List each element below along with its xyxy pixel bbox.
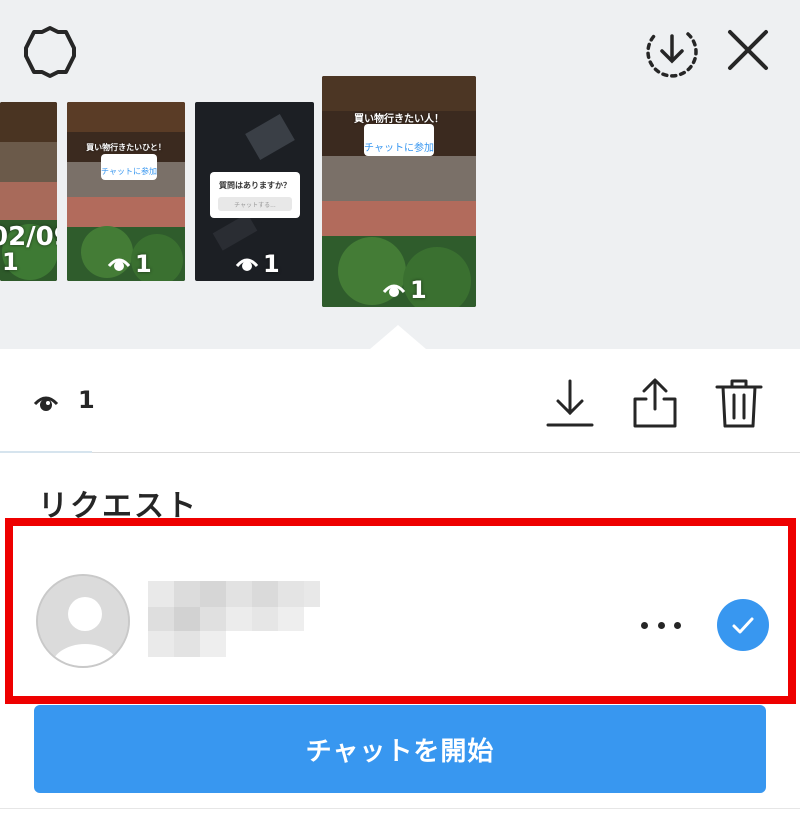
avatar[interactable] — [36, 574, 130, 668]
story-carousel-area: 02/09 1 買い物行きたいひと！ チャットに参加 1 — [0, 0, 800, 349]
eye-icon — [33, 396, 59, 411]
viewer-count: 1 — [78, 386, 95, 414]
gear-icon[interactable] — [22, 24, 78, 80]
story-toolbar: 1 — [0, 349, 800, 453]
sticker-title: 買い物行きたいひと！ — [86, 143, 166, 152]
story-thumbnail-selected[interactable]: 買い物行きたい人！ チャットに参加 1 — [322, 76, 476, 307]
story-view-count: 1 — [2, 248, 19, 276]
selection-pointer — [370, 325, 426, 349]
sticker-title: 質問はありますか？ — [219, 181, 291, 190]
story-view-count: 1 — [107, 250, 152, 278]
chat-sticker: チャットに参加 — [101, 154, 157, 180]
story-thumbnail[interactable]: 買い物行きたいひと！ チャットに参加 1 — [67, 102, 185, 281]
download-circle-icon[interactable] — [644, 24, 700, 80]
check-icon — [732, 617, 754, 634]
eye-icon — [107, 258, 131, 271]
save-icon[interactable] — [545, 377, 595, 429]
close-icon[interactable] — [724, 26, 772, 74]
question-placeholder: チャットする... — [218, 197, 292, 211]
start-chat-button[interactable]: チャットを開始 — [34, 705, 766, 793]
eye-icon — [382, 284, 406, 297]
request-item[interactable] — [5, 518, 796, 704]
eye-icon — [235, 258, 259, 271]
viewer-tab[interactable]: 1 — [0, 349, 95, 453]
question-sticker: 質問はありますか？ チャットする... — [210, 172, 300, 218]
story-viewer-screen: 02/09 1 買い物行きたいひと！ チャットに参加 1 — [0, 0, 800, 826]
trash-icon[interactable] — [714, 377, 764, 429]
chat-sticker: チャットに参加 — [364, 124, 434, 156]
story-thumbnail[interactable]: 質問はありますか？ チャットする... 1 — [195, 102, 314, 281]
share-icon[interactable] — [630, 377, 680, 429]
divider — [0, 808, 800, 809]
story-view-count: 1 — [235, 250, 280, 278]
accept-button[interactable] — [717, 599, 769, 651]
more-icon[interactable] — [641, 618, 681, 632]
story-view-count: 1 — [382, 276, 427, 304]
username-blurred — [148, 581, 320, 657]
story-thumbnail[interactable]: 02/09 1 — [0, 102, 57, 281]
default-avatar-icon — [38, 576, 128, 666]
sticker-title: 買い物行きたい人！ — [354, 114, 444, 125]
